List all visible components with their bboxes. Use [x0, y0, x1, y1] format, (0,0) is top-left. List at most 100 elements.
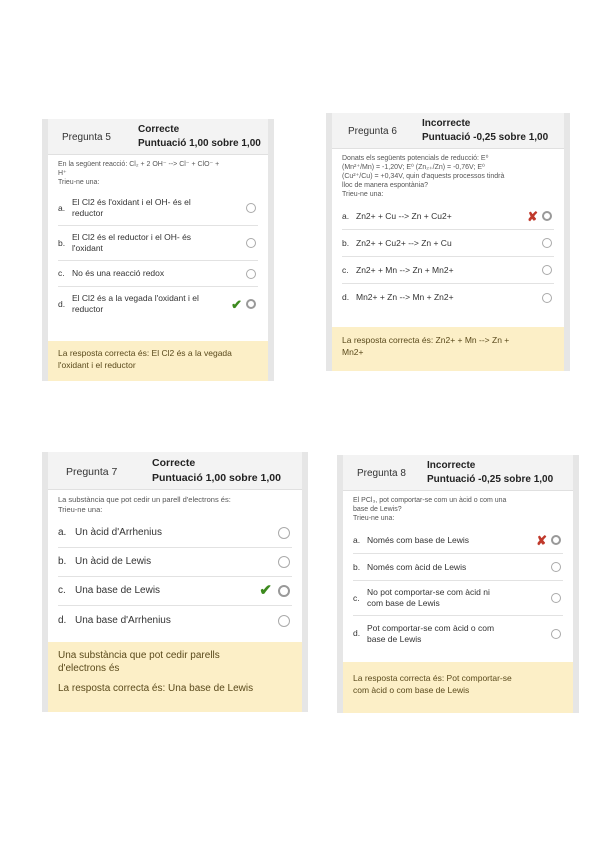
- feedback-box: La resposta correcta és: El Cl2 és a la …: [48, 341, 268, 381]
- grade-label: Puntuació -0,25 sobre 1,00: [422, 132, 549, 143]
- radio-button[interactable]: [278, 527, 290, 539]
- feedback-line: l'oxidant i el reductor: [58, 360, 136, 370]
- question-6-card: Pregunta 6 Incorrecte Puntuació -0,25 so…: [326, 113, 570, 371]
- radio-button[interactable]: [551, 593, 561, 603]
- question-state: Correcte Puntuació 1,00 sobre 1,00: [138, 123, 261, 151]
- radio-button-selected[interactable]: [542, 211, 552, 221]
- radio-button[interactable]: [246, 203, 256, 213]
- answer-option-c[interactable]: c. No pot comportar-se com àcid ni com ba…: [353, 581, 563, 616]
- answer-option-c[interactable]: c. Una base de Lewis ✔: [58, 577, 292, 606]
- radio-button[interactable]: [246, 268, 256, 279]
- option-text: Zn2+ + Mn --> Zn + Mn2+: [356, 264, 454, 275]
- prompt-line: (Cu²⁺/Cu) = +0,34V, quin d'aquests proce…: [342, 173, 505, 180]
- option-text: Un àcid de Lewis: [75, 556, 152, 567]
- answer-option-b[interactable]: b. Un àcid de Lewis: [58, 548, 292, 577]
- feedback-box: La resposta correcta és: Zn2+ + Mn --> Z…: [332, 327, 564, 371]
- answer-option-d[interactable]: d. El Cl2 és a la vegada l'oxidant i el r…: [58, 287, 258, 321]
- answer-options: a. Només com base de Lewis ✘ b. Només co…: [343, 527, 573, 651]
- option-text: El Cl2 és el reductor i el OH- és l'oxida…: [72, 232, 192, 253]
- prompt-line: El PCl₃, pot comportar-se com un àcid o …: [353, 497, 507, 504]
- feedback-box: Una substància que pot cedir parells d'e…: [48, 642, 302, 712]
- state-label: Incorrecte: [427, 460, 476, 471]
- cross-icon: ✘: [527, 208, 538, 224]
- answer-option-a[interactable]: a. El Cl2 és l'oxidant i el OH- és el red…: [58, 191, 258, 226]
- question-state: Incorrecte Puntuació -0,25 sobre 1,00: [427, 459, 553, 487]
- question-7-card: Pregunta 7 Correcte Puntuació 1,00 sobre…: [42, 452, 308, 712]
- radio-button-selected[interactable]: [551, 535, 561, 545]
- question-6-header: Pregunta 6 Incorrecte Puntuació -0,25 so…: [332, 113, 564, 149]
- answer-option-b[interactable]: b. Només com àcid de Lewis: [353, 554, 563, 581]
- option-text: No pot comportar-se com àcid ni com base …: [367, 587, 490, 608]
- radio-button[interactable]: [542, 238, 552, 248]
- prompt-line: Trieu-ne una:: [58, 505, 103, 514]
- answer-option-d[interactable]: d. Pot comportar-se com àcid o com base d…: [353, 616, 563, 651]
- answer-option-b[interactable]: b. Zn2+ + Cu2+ --> Zn + Cu: [342, 230, 554, 257]
- grade-label: Puntuació -0,25 sobre 1,00: [427, 474, 554, 485]
- feedback-line: d'electrons és: [58, 663, 120, 674]
- prompt-line: (Mn²⁺/Mn) = -1,20V; E⁰ (Zn₂₊/Zn) = -0,76…: [342, 164, 485, 171]
- answer-option-c[interactable]: c. Zn2+ + Mn --> Zn + Mn2+: [342, 257, 554, 284]
- radio-button[interactable]: [542, 265, 552, 275]
- option-letter: d.: [58, 614, 67, 626]
- option-letter: a.: [353, 534, 361, 545]
- answer-option-a[interactable]: a. Zn2+ + Cu --> Zn + Cu2+ ✘: [342, 203, 554, 230]
- question-state: Incorrecte Puntuació -0,25 sobre 1,00: [422, 117, 548, 145]
- question-number: Pregunta 7: [66, 466, 118, 478]
- radio-button[interactable]: [278, 614, 290, 627]
- answer-options: a. Un àcid d'Arrhenius b. Un àcid de Lew…: [48, 519, 302, 635]
- option-letter: d.: [342, 292, 350, 302]
- prompt-line: H⁺: [58, 170, 67, 177]
- option-text: Una base d'Arrhenius: [75, 614, 171, 626]
- option-letter: b.: [58, 237, 66, 248]
- option-text: Zn2+ + Cu --> Zn + Cu2+: [356, 210, 452, 221]
- state-label: Correcte: [138, 124, 180, 135]
- option-letter: c.: [353, 592, 360, 603]
- question-5-header: Pregunta 5 Correcte Puntuació 1,00 sobre…: [48, 119, 268, 155]
- prompt-line: Trieu-ne una:: [353, 515, 395, 522]
- question-state: Correcte Puntuació 1,00 sobre 1,00: [152, 456, 281, 486]
- question-8-panel: Pregunta 8 Incorrecte Puntuació -0,25 so…: [343, 455, 573, 713]
- option-text: Pot comportar-se com àcid o com base de L…: [367, 622, 495, 644]
- option-letter: a.: [342, 210, 350, 221]
- prompt-line: Donats els següents potencials de reducc…: [342, 155, 489, 162]
- question-number: Pregunta 8: [357, 468, 406, 479]
- radio-button[interactable]: [542, 292, 552, 303]
- radio-button[interactable]: [551, 628, 561, 639]
- answer-options: a. Zn2+ + Cu --> Zn + Cu2+ ✘ b. Zn2+ + C…: [332, 203, 564, 311]
- radio-button[interactable]: [246, 238, 256, 248]
- question-prompt: El PCl₃, pot comportar-se com un àcid o …: [343, 491, 573, 527]
- option-text: Només com base de Lewis: [367, 534, 470, 545]
- option-letter: d.: [353, 628, 361, 638]
- radio-button[interactable]: [551, 562, 561, 572]
- question-8-header: Pregunta 8 Incorrecte Puntuació -0,25 so…: [343, 455, 573, 491]
- option-text: Mn2+ + Zn --> Mn + Zn2+: [356, 292, 454, 302]
- feedback-line: Una substància que pot cedir parells: [58, 650, 220, 661]
- option-text: Només com àcid de Lewis: [367, 561, 467, 572]
- prompt-line: Trieu-ne una:: [342, 191, 384, 198]
- answer-option-a[interactable]: a. Un àcid d'Arrhenius: [58, 519, 292, 548]
- prompt-line: La substància que pot cedir un parell d'…: [58, 495, 231, 504]
- answer-option-b[interactable]: b. El Cl2 és el reductor i el OH- és l'ox…: [58, 226, 258, 261]
- option-letter: b.: [353, 561, 361, 572]
- check-icon: ✔: [259, 582, 272, 599]
- answer-option-c[interactable]: c. No és una reacció redox: [58, 261, 258, 287]
- question-7-panel: Pregunta 7 Correcte Puntuació 1,00 sobre…: [48, 452, 302, 712]
- radio-button-selected[interactable]: [278, 585, 290, 597]
- radio-button-selected[interactable]: [246, 299, 256, 309]
- option-letter: a.: [58, 527, 67, 538]
- check-icon: ✔: [231, 296, 242, 312]
- option-text: No és una reacció redox: [72, 268, 165, 278]
- option-letter: d.: [58, 298, 66, 309]
- radio-button[interactable]: [278, 556, 290, 568]
- option-letter: a.: [58, 202, 66, 213]
- option-letter: b.: [58, 556, 67, 567]
- answer-option-a[interactable]: a. Només com base de Lewis ✘: [353, 527, 563, 554]
- option-text: El Cl2 és a la vegada l'oxidant i el redu…: [72, 293, 199, 314]
- option-text: Zn2+ + Cu2+ --> Zn + Cu: [356, 237, 452, 248]
- feedback-line: La resposta correcta és: El Cl2 és a la …: [58, 348, 232, 358]
- answer-option-d[interactable]: d. Una base d'Arrhenius: [58, 606, 292, 635]
- feedback-line: com àcid o com base de Lewis: [353, 685, 470, 695]
- option-letter: b.: [342, 237, 350, 248]
- answer-option-d[interactable]: d. Mn2+ + Zn --> Mn + Zn2+: [342, 284, 554, 311]
- question-prompt: La substància que pot cedir un parell d'…: [48, 490, 302, 519]
